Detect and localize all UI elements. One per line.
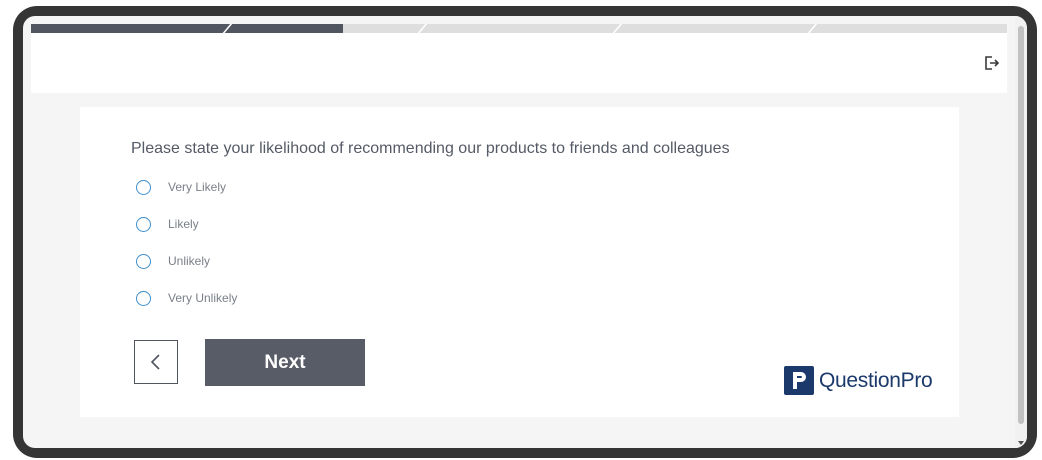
progress-separator	[805, 24, 819, 33]
radio-button[interactable]	[136, 253, 151, 269]
option-very-likely[interactable]: Very Likely	[136, 177, 226, 197]
option-likely[interactable]: Likely	[136, 214, 199, 234]
radio-button[interactable]	[136, 290, 151, 306]
option-very-unlikely[interactable]: Very Unlikely	[136, 288, 237, 308]
radio-button[interactable]	[136, 216, 151, 232]
progress-bar	[31, 24, 1007, 33]
device-frame: Please state your likelihood of recommen…	[13, 6, 1037, 458]
option-unlikely[interactable]: Unlikely	[136, 251, 210, 271]
chevron-left-icon	[150, 354, 160, 370]
scroll-down-arrow-icon[interactable]	[1018, 441, 1024, 445]
questionpro-logo: QuestionPro	[784, 366, 933, 395]
next-button[interactable]: Next	[205, 339, 365, 386]
progress-fill	[31, 24, 344, 33]
progress-separator	[610, 24, 624, 33]
survey-header	[31, 33, 1007, 93]
scrollbar[interactable]	[1015, 16, 1027, 448]
question-card: Please state your likelihood of recommen…	[80, 107, 959, 417]
scrollbar-thumb[interactable]	[1018, 26, 1024, 424]
option-label: Unlikely	[168, 254, 211, 268]
question-text: Please state your likelihood of recommen…	[131, 140, 730, 157]
option-label: Very Likely	[168, 180, 227, 194]
option-label: Very Unlikely	[168, 291, 238, 305]
option-label: Likely	[168, 217, 199, 231]
survey-screen: Please state your likelihood of recommen…	[23, 16, 1027, 448]
logout-icon[interactable]	[983, 54, 1001, 72]
radio-button[interactable]	[136, 179, 151, 195]
questionpro-logo-mark	[784, 366, 814, 395]
brand-name: QuestionPro	[819, 368, 933, 392]
progress-separator	[415, 24, 429, 33]
back-button[interactable]	[134, 340, 178, 384]
